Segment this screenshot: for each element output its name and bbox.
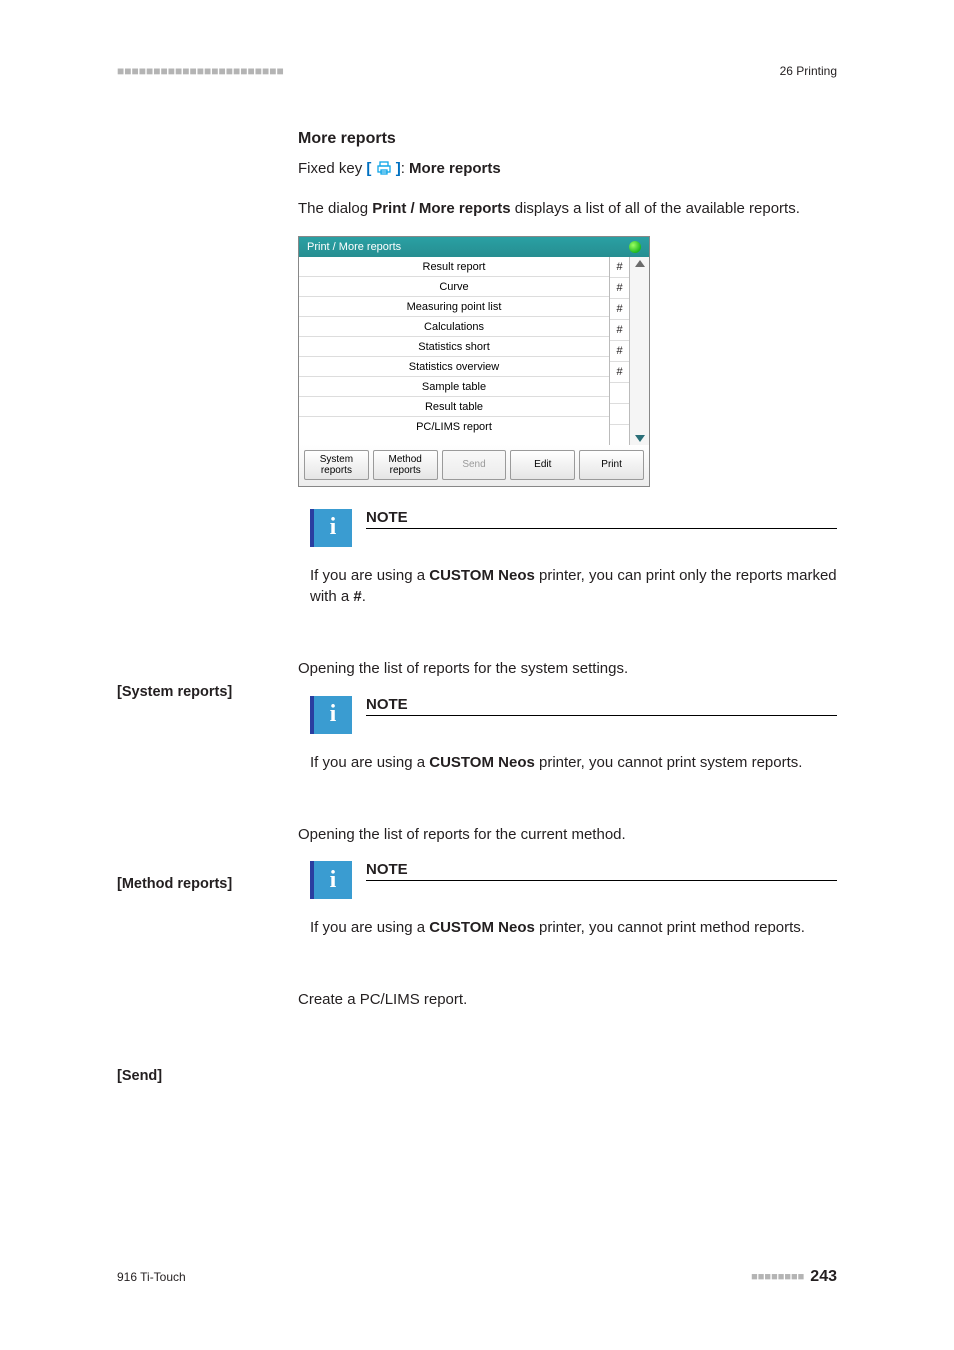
fixed-key-label: More reports	[409, 160, 501, 177]
page-header: ■■■■■■■■■■■■■■■■■■■■■■■ 26 Printing	[117, 64, 837, 82]
t: CUSTOM Neos	[429, 754, 535, 771]
hash-cell	[610, 404, 629, 425]
note-head: i NOTE	[310, 861, 837, 899]
note-block: i NOTE If you are using a CUSTOM Neos pr…	[310, 696, 837, 774]
note-body: If you are using a CUSTOM Neos printer, …	[310, 557, 837, 609]
info-icon: i	[310, 861, 352, 899]
note-title: NOTE	[366, 509, 837, 529]
dialog-titlebar: Print / More reports	[299, 237, 649, 257]
print-more-reports-dialog: Print / More reports Result report Curve…	[298, 236, 650, 487]
intro-paragraph: The dialog Print / More reports displays…	[298, 198, 837, 220]
scroll-up-icon[interactable]	[635, 260, 645, 267]
dialog-body: Result report Curve Measuring point list…	[299, 257, 649, 445]
footer-page-number: 243	[810, 1268, 837, 1286]
footer-page: ■■■■■■■■ 243	[751, 1268, 837, 1286]
note-title-wrap: NOTE	[366, 509, 837, 529]
list-item[interactable]: Statistics short	[299, 337, 609, 357]
list-item[interactable]: Sample table	[299, 377, 609, 397]
hash-cell: #	[610, 299, 629, 320]
fixed-key-close: ]	[392, 160, 401, 177]
header-chapter: 26 Printing	[780, 64, 837, 78]
report-list[interactable]: Result report Curve Measuring point list…	[299, 257, 610, 445]
t: If you are using a	[310, 919, 429, 936]
intro-c: displays a list of all of the available …	[511, 200, 800, 217]
body-area: [System reports] [Method reports] [Send]…	[117, 130, 837, 1084]
note-title: NOTE	[366, 696, 837, 716]
send-line: Create a PC/LIMS report.	[298, 989, 837, 1011]
send-button: Send	[442, 450, 507, 480]
note-block: i NOTE If you are using a CUSTOM Neos pr…	[310, 509, 837, 609]
hash-cell: #	[610, 257, 629, 278]
section-heading-more-reports: More reports	[298, 130, 837, 148]
footer-product: 916 Ti-Touch	[117, 1270, 186, 1284]
document-page: ■■■■■■■■■■■■■■■■■■■■■■■ 26 Printing [Sys…	[0, 0, 954, 1350]
list-item[interactable]: Calculations	[299, 317, 609, 337]
hash-column: # # # # # #	[610, 257, 630, 445]
intro-b: Print / More reports	[372, 200, 510, 217]
header-marks: ■■■■■■■■■■■■■■■■■■■■■■■	[117, 64, 284, 78]
footer-marks: ■■■■■■■■	[751, 1271, 804, 1283]
note-block: i NOTE If you are using a CUSTOM Neos pr…	[310, 861, 837, 939]
hash-cell: #	[610, 320, 629, 341]
status-indicator-icon	[629, 241, 641, 253]
system-reports-line: Opening the list of reports for the syst…	[298, 658, 837, 680]
hash-cell: #	[610, 278, 629, 299]
dialog-title-text: Print / More reports	[307, 241, 401, 253]
fixed-key-prefix: Fixed key	[298, 160, 366, 177]
hash-cell	[610, 425, 629, 445]
left-column: [System reports] [Method reports] [Send]	[117, 130, 298, 1084]
method-reports-line: Opening the list of reports for the curr…	[298, 824, 837, 846]
fixed-key-line: Fixed key [ ]: More reports	[298, 158, 837, 182]
note-body: If you are using a CUSTOM Neos printer, …	[310, 909, 837, 939]
scroll-down-icon[interactable]	[635, 435, 645, 442]
t: CUSTOM Neos	[429, 919, 535, 936]
info-icon: i	[310, 509, 352, 547]
side-label-method-reports: [Method reports]	[117, 876, 298, 892]
t: If you are using a	[310, 567, 429, 584]
dialog-button-bar: System reports Method reports Send Edit …	[299, 445, 649, 486]
t: .	[362, 588, 366, 605]
note-head: i NOTE	[310, 696, 837, 734]
right-column: More reports Fixed key [ ]: More reports…	[298, 130, 837, 1084]
side-label-send: [Send]	[117, 1068, 298, 1084]
t: #	[353, 588, 361, 605]
list-item[interactable]: Curve	[299, 277, 609, 297]
list-item[interactable]: Measuring point list	[299, 297, 609, 317]
print-icon	[376, 160, 392, 182]
list-item[interactable]: Result table	[299, 397, 609, 417]
method-reports-button[interactable]: Method reports	[373, 450, 438, 480]
list-item[interactable]: Result report	[299, 257, 609, 277]
page-footer: 916 Ti-Touch ■■■■■■■■ 243	[117, 1268, 837, 1286]
list-item[interactable]: PC/LIMS report	[299, 417, 609, 436]
info-icon: i	[310, 696, 352, 734]
note-title-wrap: NOTE	[366, 696, 837, 716]
list-item[interactable]: Statistics overview	[299, 357, 609, 377]
note-title-wrap: NOTE	[366, 861, 837, 881]
print-button[interactable]: Print	[579, 450, 644, 480]
note-body: If you are using a CUSTOM Neos printer, …	[310, 744, 837, 774]
hash-cell: #	[610, 362, 629, 383]
fixed-key-colon: :	[401, 160, 409, 177]
hash-cell	[610, 383, 629, 404]
system-reports-button[interactable]: System reports	[304, 450, 369, 480]
t: If you are using a	[310, 754, 429, 771]
t: CUSTOM Neos	[429, 567, 535, 584]
side-label-system-reports: [System reports]	[117, 684, 298, 700]
t: printer, you cannot print system reports…	[535, 754, 803, 771]
fixed-key-open: [	[366, 160, 375, 177]
scrollbar[interactable]	[630, 257, 649, 445]
hash-cell: #	[610, 341, 629, 362]
note-head: i NOTE	[310, 509, 837, 547]
t: printer, you cannot print method reports…	[535, 919, 805, 936]
edit-button[interactable]: Edit	[510, 450, 575, 480]
intro-a: The dialog	[298, 200, 372, 217]
note-title: NOTE	[366, 861, 837, 881]
